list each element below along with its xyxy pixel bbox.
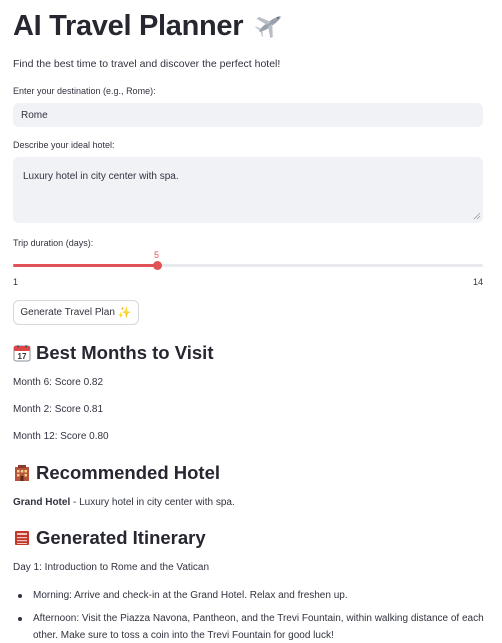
page-subtitle: Find the best time to travel and discove… <box>13 58 281 70</box>
resize-grip-icon[interactable] <box>473 212 481 220</box>
best-months-heading: 17 Best Months to Visit <box>13 342 213 364</box>
generate-travel-plan-button[interactable]: Generate Travel Plan ✨ <box>13 300 139 325</box>
calendar-icon: 17 <box>13 345 31 362</box>
duration-label: Trip duration (days): <box>13 238 94 248</box>
svg-text:17: 17 <box>18 352 27 361</box>
itinerary-list: Morning: Arrive and check-in at the Gran… <box>13 587 489 643</box>
list-item: Morning: Arrive and check-in at the Gran… <box>13 587 489 604</box>
hotel-recommendation: Grand Hotel - Luxury hotel in city cente… <box>13 497 235 508</box>
generate-button-label: Generate Travel Plan <box>20 307 115 318</box>
month-score-item: Month 2: Score 0.81 <box>13 404 104 415</box>
page-title-text: AI Travel Planner <box>13 10 244 42</box>
duration-slider-track[interactable] <box>13 264 483 267</box>
sparkles-icon: ✨ <box>117 307 132 319</box>
slider-current-value: 5 <box>154 250 160 260</box>
hotel-description-label: Describe your ideal hotel: <box>13 140 115 150</box>
generated-itinerary-heading-text: Generated Itinerary <box>36 527 206 548</box>
airplane-icon <box>255 16 281 39</box>
duration-slider-fill <box>13 264 158 267</box>
hotel-description: - Luxury hotel in city center with spa. <box>70 497 235 508</box>
month-score-item: Month 6: Score 0.82 <box>13 377 104 388</box>
destination-label: Enter your destination (e.g., Rome): <box>13 86 156 96</box>
hotel-description-textarea[interactable]: Luxury hotel in city center with spa. <box>13 157 483 223</box>
slider-min-label: 1 <box>13 277 19 287</box>
recommended-hotel-heading: Recommended Hotel <box>13 462 220 484</box>
best-months-heading-text: Best Months to Visit <box>36 342 214 363</box>
itinerary-day-title: Day 1: Introduction to Rome and the Vati… <box>13 562 210 573</box>
generated-itinerary-heading: Generated Itinerary <box>13 527 206 549</box>
hotel-name: Grand Hotel <box>13 497 71 508</box>
month-score-item: Month 12: Score 0.80 <box>13 431 109 442</box>
slider-max-label: 14 <box>472 277 483 287</box>
hotel-building-icon <box>15 465 29 481</box>
page-title: AI Travel Planner <box>13 10 285 43</box>
recommended-hotel-heading-text: Recommended Hotel <box>36 462 221 483</box>
book-icon <box>15 531 29 545</box>
list-item: Afternoon: Visit the Piazza Navona, Pant… <box>13 610 489 643</box>
destination-input[interactable] <box>13 103 483 127</box>
duration-slider-thumb[interactable] <box>153 261 163 270</box>
